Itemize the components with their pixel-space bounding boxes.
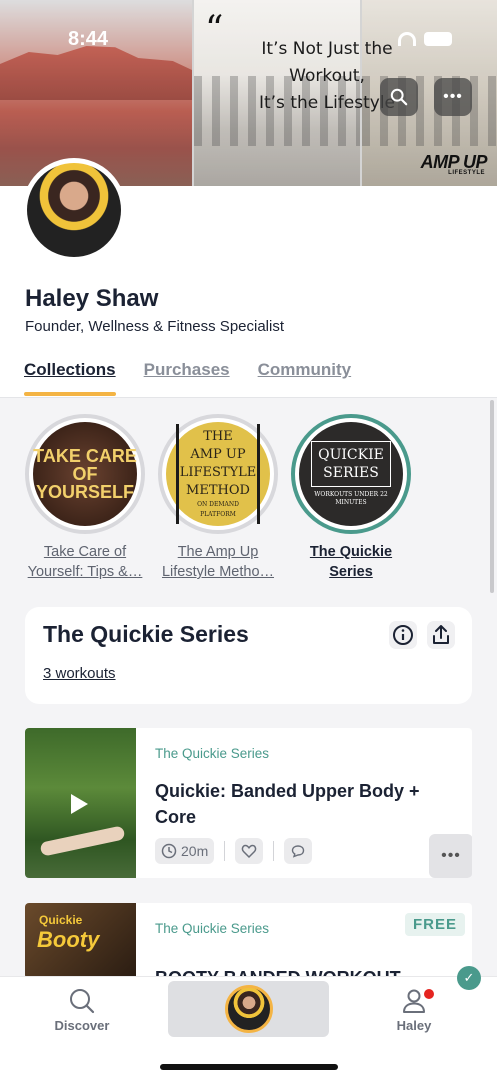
- status-time: 8:44: [68, 28, 109, 50]
- clock-icon: [161, 843, 177, 859]
- collection-art: THE AMP UP LIFESTYLE METHOD ON DEMAND PL…: [166, 422, 270, 526]
- workout-meta: 20m: [155, 838, 313, 864]
- collection-art: QUICKIE SERIES WORKOUTS UNDER 22 MINUTES: [299, 422, 403, 526]
- nav-profile-home[interactable]: [168, 981, 329, 1037]
- workout-card[interactable]: Quickie Booty The Quickie Series FREE BO…: [25, 903, 472, 979]
- tab-community[interactable]: Community: [258, 360, 352, 390]
- workout-thumbnail[interactable]: [25, 728, 136, 878]
- tab-collections[interactable]: Collections: [24, 360, 116, 396]
- more-options-button[interactable]: •••: [434, 78, 472, 116]
- collection-thumbnail[interactable]: THE AMP UP LIFESTYLE METHOD ON DEMAND PL…: [158, 414, 278, 534]
- ellipsis-icon: •••: [443, 88, 463, 105]
- comment-button[interactable]: [284, 838, 313, 864]
- search-icon: [390, 88, 408, 106]
- nav-account[interactable]: Haley: [384, 987, 444, 1033]
- avatar: [224, 985, 273, 1033]
- scrollbar[interactable]: [490, 400, 494, 593]
- collection-thumbnail[interactable]: TAKE CARE OF YOURSELF: [25, 414, 145, 534]
- nav-account-label: Haley: [396, 1018, 432, 1033]
- series-header-card: The Quickie Series 3 workouts: [25, 607, 472, 704]
- home-indicator[interactable]: [160, 1064, 338, 1070]
- share-button[interactable]: [427, 621, 455, 649]
- bottom-nav: Discover Haley: [0, 976, 497, 1080]
- nav-discover[interactable]: Discover: [52, 987, 112, 1033]
- info-icon: [393, 625, 413, 645]
- notification-dot: [424, 989, 434, 999]
- info-button[interactable]: [389, 621, 417, 649]
- brand-logo-sub: LIFESTYLE: [448, 170, 485, 176]
- collection-item-quickie[interactable]: QUICKIE SERIES WORKOUTS UNDER 22 MINUTES…: [289, 414, 413, 582]
- like-button[interactable]: [235, 838, 264, 864]
- workout-series-name: The Quickie Series: [155, 746, 270, 761]
- nav-discover-label: Discover: [54, 1018, 110, 1033]
- collection-thumbnail[interactable]: QUICKIE SERIES WORKOUTS UNDER 22 MINUTES: [291, 414, 411, 534]
- ellipsis-icon: •••: [441, 847, 461, 864]
- search-icon: [70, 989, 95, 1014]
- profile-name: Haley Shaw: [25, 285, 159, 312]
- search-button[interactable]: [380, 78, 418, 116]
- workout-title[interactable]: Quickie: Banded Upper Body + Core: [155, 778, 445, 830]
- duration-badge: 20m: [155, 838, 215, 864]
- workout-more-button[interactable]: •••: [429, 834, 472, 878]
- profile-avatar[interactable]: [27, 163, 121, 257]
- collection-item-take-care[interactable]: TAKE CARE OF YOURSELF Take Care of Yours…: [23, 414, 147, 582]
- series-title: The Quickie Series: [43, 621, 249, 647]
- workout-series-name: The Quickie Series: [155, 921, 270, 936]
- profile-avatar-ring: [22, 158, 126, 262]
- profile-section: Haley Shaw Founder, Wellness & Fitness S…: [0, 158, 497, 398]
- workout-thumbnail[interactable]: Quickie Booty: [25, 903, 136, 979]
- play-icon[interactable]: [71, 794, 88, 814]
- collections-carousel: TAKE CARE OF YOURSELF Take Care of Yours…: [0, 398, 497, 598]
- quote-mark: “: [205, 9, 224, 50]
- free-badge: FREE: [405, 913, 466, 936]
- comment-icon: [292, 845, 305, 858]
- workout-card[interactable]: The Quickie Series Quickie: Banded Upper…: [25, 728, 472, 878]
- heart-icon: [241, 844, 257, 859]
- profile-tabs: Collections Purchases Community: [24, 360, 352, 396]
- series-workout-count[interactable]: 3 workouts: [43, 665, 116, 682]
- checkmark-icon: ✓: [457, 966, 481, 990]
- collection-label[interactable]: The Quickie Series: [289, 542, 413, 582]
- share-icon: [433, 625, 449, 644]
- profile-subtitle: Founder, Wellness & Fitness Specialist: [25, 318, 285, 335]
- tab-purchases[interactable]: Purchases: [144, 360, 230, 390]
- collection-art: TAKE CARE OF YOURSELF: [33, 422, 137, 526]
- collection-label[interactable]: The Amp Up Lifestyle Metho…: [156, 542, 280, 582]
- collection-label[interactable]: Take Care of Yourself: Tips &…: [23, 542, 147, 582]
- collection-item-amp-up[interactable]: THE AMP UP LIFESTYLE METHOD ON DEMAND PL…: [156, 414, 280, 582]
